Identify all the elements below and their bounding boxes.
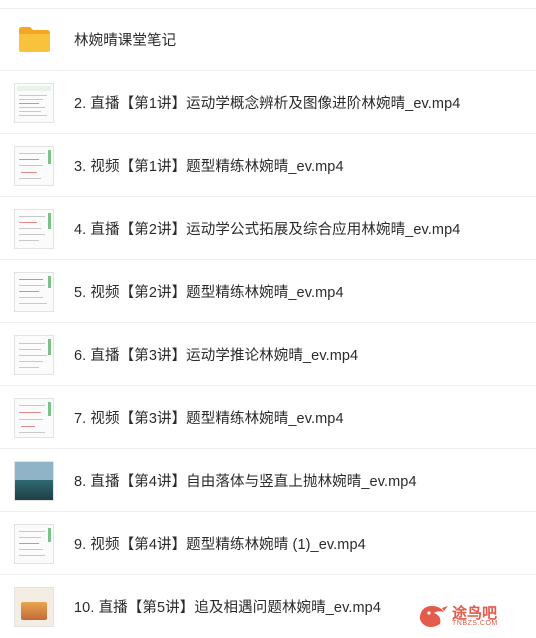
video-thumbnail: [14, 461, 54, 501]
video-thumbnail: [14, 209, 54, 249]
folder-icon: [18, 26, 51, 58]
folder-item[interactable]: 林婉晴课堂笔记: [0, 8, 536, 71]
file-item[interactable]: 9. 视频【第4讲】题型精练林婉晴 (1)_ev.mp4: [0, 512, 536, 575]
video-thumbnail: [14, 587, 54, 627]
file-name: 5. 视频【第2讲】题型精练林婉晴_ev.mp4: [74, 284, 344, 301]
file-item[interactable]: 4. 直播【第2讲】运动学公式拓展及综合应用林婉晴_ev.mp4: [0, 197, 536, 260]
video-thumbnail: [14, 398, 54, 438]
bird-logo-icon: [419, 606, 448, 627]
file-name: 7. 视频【第3讲】题型精练林婉晴_ev.mp4: [74, 410, 344, 427]
file-item[interactable]: 3. 视频【第1讲】题型精练林婉晴_ev.mp4: [0, 134, 536, 197]
file-name: 8. 直播【第4讲】自由落体与竖直上抛林婉晴_ev.mp4: [74, 473, 417, 490]
file-name: 9. 视频【第4讲】题型精练林婉晴 (1)_ev.mp4: [74, 536, 366, 553]
file-item[interactable]: 8. 直播【第4讲】自由落体与竖直上抛林婉晴_ev.mp4: [0, 449, 536, 512]
file-item[interactable]: 6. 直播【第3讲】运动学推论林婉晴_ev.mp4: [0, 323, 536, 386]
video-thumbnail: [14, 335, 54, 375]
file-item[interactable]: 7. 视频【第3讲】题型精练林婉晴_ev.mp4: [0, 386, 536, 449]
video-thumbnail: [14, 146, 54, 186]
file-list: 林婉晴课堂笔记 2. 直播【第1讲】运动学概念辨析及图像进阶林婉晴_ev.mp4…: [0, 8, 536, 638]
video-thumbnail: [14, 83, 54, 123]
file-name: 2. 直播【第1讲】运动学概念辨析及图像进阶林婉晴_ev.mp4: [74, 95, 461, 112]
file-name: 林婉晴课堂笔记: [74, 33, 177, 49]
file-name: 4. 直播【第2讲】运动学公式拓展及综合应用林婉晴_ev.mp4: [74, 221, 461, 238]
file-item[interactable]: 5. 视频【第2讲】题型精练林婉晴_ev.mp4: [0, 260, 536, 323]
file-item[interactable]: 2. 直播【第1讲】运动学概念辨析及图像进阶林婉晴_ev.mp4: [0, 71, 536, 134]
video-thumbnail: [14, 272, 54, 312]
watermark-subtitle: TNBZS.COM: [452, 620, 498, 627]
file-name: 3. 视频【第1讲】题型精练林婉晴_ev.mp4: [74, 158, 344, 175]
file-name: 6. 直播【第3讲】运动学推论林婉晴_ev.mp4: [74, 347, 359, 364]
site-watermark: 途鸟吧 TNBZS.COM: [416, 600, 526, 630]
video-thumbnail: [14, 524, 54, 564]
file-name: 10. 直播【第5讲】追及相遇问题林婉晴_ev.mp4: [74, 600, 381, 616]
